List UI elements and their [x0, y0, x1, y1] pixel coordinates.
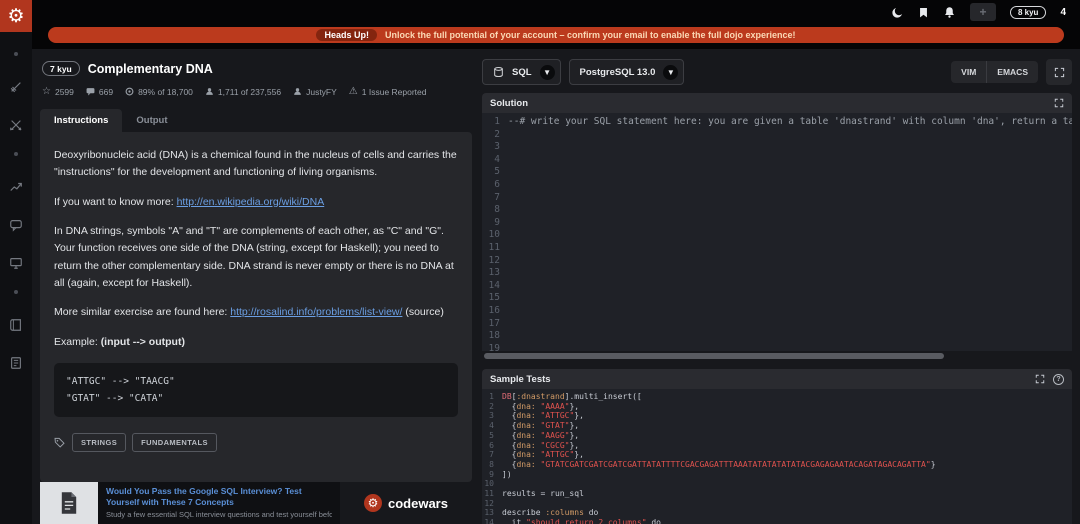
user-rank-badge[interactable]: 8 kyu	[1010, 6, 1046, 19]
document-icon	[59, 491, 79, 515]
database-icon	[493, 66, 504, 78]
stat-satisfaction: 89% of 18,700	[125, 87, 193, 97]
editor-mode-group: VIM EMACS	[951, 61, 1038, 83]
docs-icon[interactable]	[9, 318, 23, 332]
tab-output[interactable]: Output	[122, 109, 181, 132]
codewars-gear-icon: ⚙	[364, 494, 382, 512]
stat-completions: 1,711 of 237,556	[205, 87, 281, 97]
rail-indicator-dot	[14, 152, 18, 156]
comment-icon	[86, 87, 95, 96]
content-row: 7 kyu Complementary DNA ☆ 2599 669 89% o…	[32, 49, 1080, 524]
top-bar: + 8 kyu 4	[32, 0, 1080, 24]
emacs-button[interactable]: EMACS	[986, 61, 1038, 83]
ad-text: Would You Pass the Google SQL Interview?…	[98, 482, 340, 524]
chevron-down-icon: ▼	[540, 65, 555, 80]
sample-tests-editor[interactable]: 1DB[:dnastrand].multi_insert([2 {dna: "A…	[482, 389, 1072, 524]
sample-tests-header: Sample Tests ?	[482, 369, 1072, 389]
version-select[interactable]: PostgreSQL 13.0 ▼	[569, 59, 685, 85]
description-text: Deoxyribonucleic acid (DNA) is a chemica…	[54, 147, 458, 351]
ad-brand: ⚙ codewars	[340, 482, 472, 524]
stat-author[interactable]: JustyFY	[293, 87, 337, 97]
sample-tests-panel: Sample Tests ? 1DB[:dnastrand].multi_ins…	[482, 369, 1072, 524]
example-code-block: "ATTGC" --> "TAACG""GTAT" --> "CATA"	[54, 363, 458, 417]
inline-link[interactable]: http://rosalind.info/problems/list-view/	[230, 306, 402, 318]
tag-chip[interactable]: STRINGS	[72, 433, 126, 452]
ad-thumbnail	[40, 482, 98, 524]
banner-row: Heads Up! Unlock the full potential of y…	[32, 24, 1080, 49]
tag-chips: STRINGS FUNDAMENTALS	[72, 433, 217, 452]
kata-panel: 7 kyu Complementary DNA ☆ 2599 669 89% o…	[40, 55, 472, 524]
rail-indicator-dot	[14, 52, 18, 56]
kata-stats: ☆ 2599 669 89% of 18,700 1,711 of 237,55…	[40, 76, 472, 97]
banner-text: Unlock the full potential of your accoun…	[385, 30, 796, 40]
kata-rank-badge: 7 kyu	[42, 61, 80, 76]
maximize-icon[interactable]	[1035, 374, 1045, 384]
main-area: + 8 kyu 4 Heads Up! Unlock the full pote…	[32, 0, 1080, 524]
sponsor-ad[interactable]: Would You Pass the Google SQL Interview?…	[40, 482, 472, 524]
rail-indicator-dot	[14, 290, 18, 294]
person-icon	[205, 87, 214, 96]
codewars-logo[interactable]: ⚙	[0, 0, 32, 32]
tab-instructions[interactable]: Instructions	[40, 109, 122, 132]
warning-icon: ⚠	[349, 86, 358, 97]
blog-icon[interactable]	[9, 356, 23, 370]
solution-header: Solution	[482, 93, 1072, 113]
forum-icon[interactable]	[9, 256, 23, 270]
maximize-icon[interactable]	[1054, 98, 1064, 108]
inline-link[interactable]: http://en.wikipedia.org/wiki/DNA	[177, 196, 325, 208]
ad-subtext: Study a few essential SQL interview ques…	[106, 510, 332, 519]
kata-description: Deoxyribonucleic acid (DNA) is a chemica…	[40, 132, 472, 482]
add-button[interactable]: +	[970, 3, 996, 21]
train-icon[interactable]	[9, 80, 23, 94]
satisfaction-icon	[125, 87, 134, 96]
horizontal-scrollbar	[482, 351, 1072, 361]
ad-headline[interactable]: Would You Pass the Google SQL Interview?…	[106, 486, 332, 508]
tag-icon	[54, 437, 65, 448]
fullscreen-button[interactable]	[1046, 59, 1072, 85]
kumite-icon[interactable]	[9, 118, 23, 132]
language-select[interactable]: SQL ▼	[482, 59, 561, 85]
leaderboard-icon[interactable]	[9, 180, 23, 194]
solution-editor[interactable]: 1--# write your SQL statement here: you …	[482, 113, 1072, 351]
bookmark-icon[interactable]	[918, 6, 929, 19]
codewars-wordmark: codewars	[388, 496, 448, 511]
left-rail: ⚙	[0, 0, 32, 524]
editor-toolbar: SQL ▼ PostgreSQL 13.0 ▼ VIM EMACS	[482, 59, 1072, 85]
dark-mode-icon[interactable]	[891, 6, 904, 19]
help-icon[interactable]: ?	[1053, 374, 1064, 385]
star-icon: ☆	[42, 86, 51, 97]
solution-title: Solution	[490, 98, 528, 109]
scrollbar-thumb[interactable]	[484, 353, 944, 359]
bell-icon[interactable]	[943, 6, 956, 19]
tag-chip[interactable]: FUNDAMENTALS	[132, 433, 217, 452]
sample-tests-title: Sample Tests	[490, 374, 551, 385]
stat-issues[interactable]: ⚠ 1 Issue Reported	[349, 86, 427, 97]
author-icon	[293, 87, 302, 96]
stat-comments[interactable]: 669	[86, 87, 113, 97]
tags-row: STRINGS FUNDAMENTALS	[54, 433, 458, 452]
notification-count: 4	[1060, 7, 1066, 18]
kata-tabs: Instructions Output	[40, 109, 472, 132]
chat-icon[interactable]	[9, 218, 23, 232]
chevron-down-icon: ▼	[663, 65, 678, 80]
editor-panel: SQL ▼ PostgreSQL 13.0 ▼ VIM EMACS Soluti…	[482, 55, 1072, 524]
vim-button[interactable]: VIM	[951, 61, 986, 83]
stat-stars[interactable]: ☆ 2599	[42, 86, 74, 97]
kata-title: Complementary DNA	[88, 62, 213, 76]
expand-icon	[1054, 67, 1065, 78]
banner-badge: Heads Up!	[316, 29, 377, 41]
heads-up-banner[interactable]: Heads Up! Unlock the full potential of y…	[48, 27, 1064, 43]
